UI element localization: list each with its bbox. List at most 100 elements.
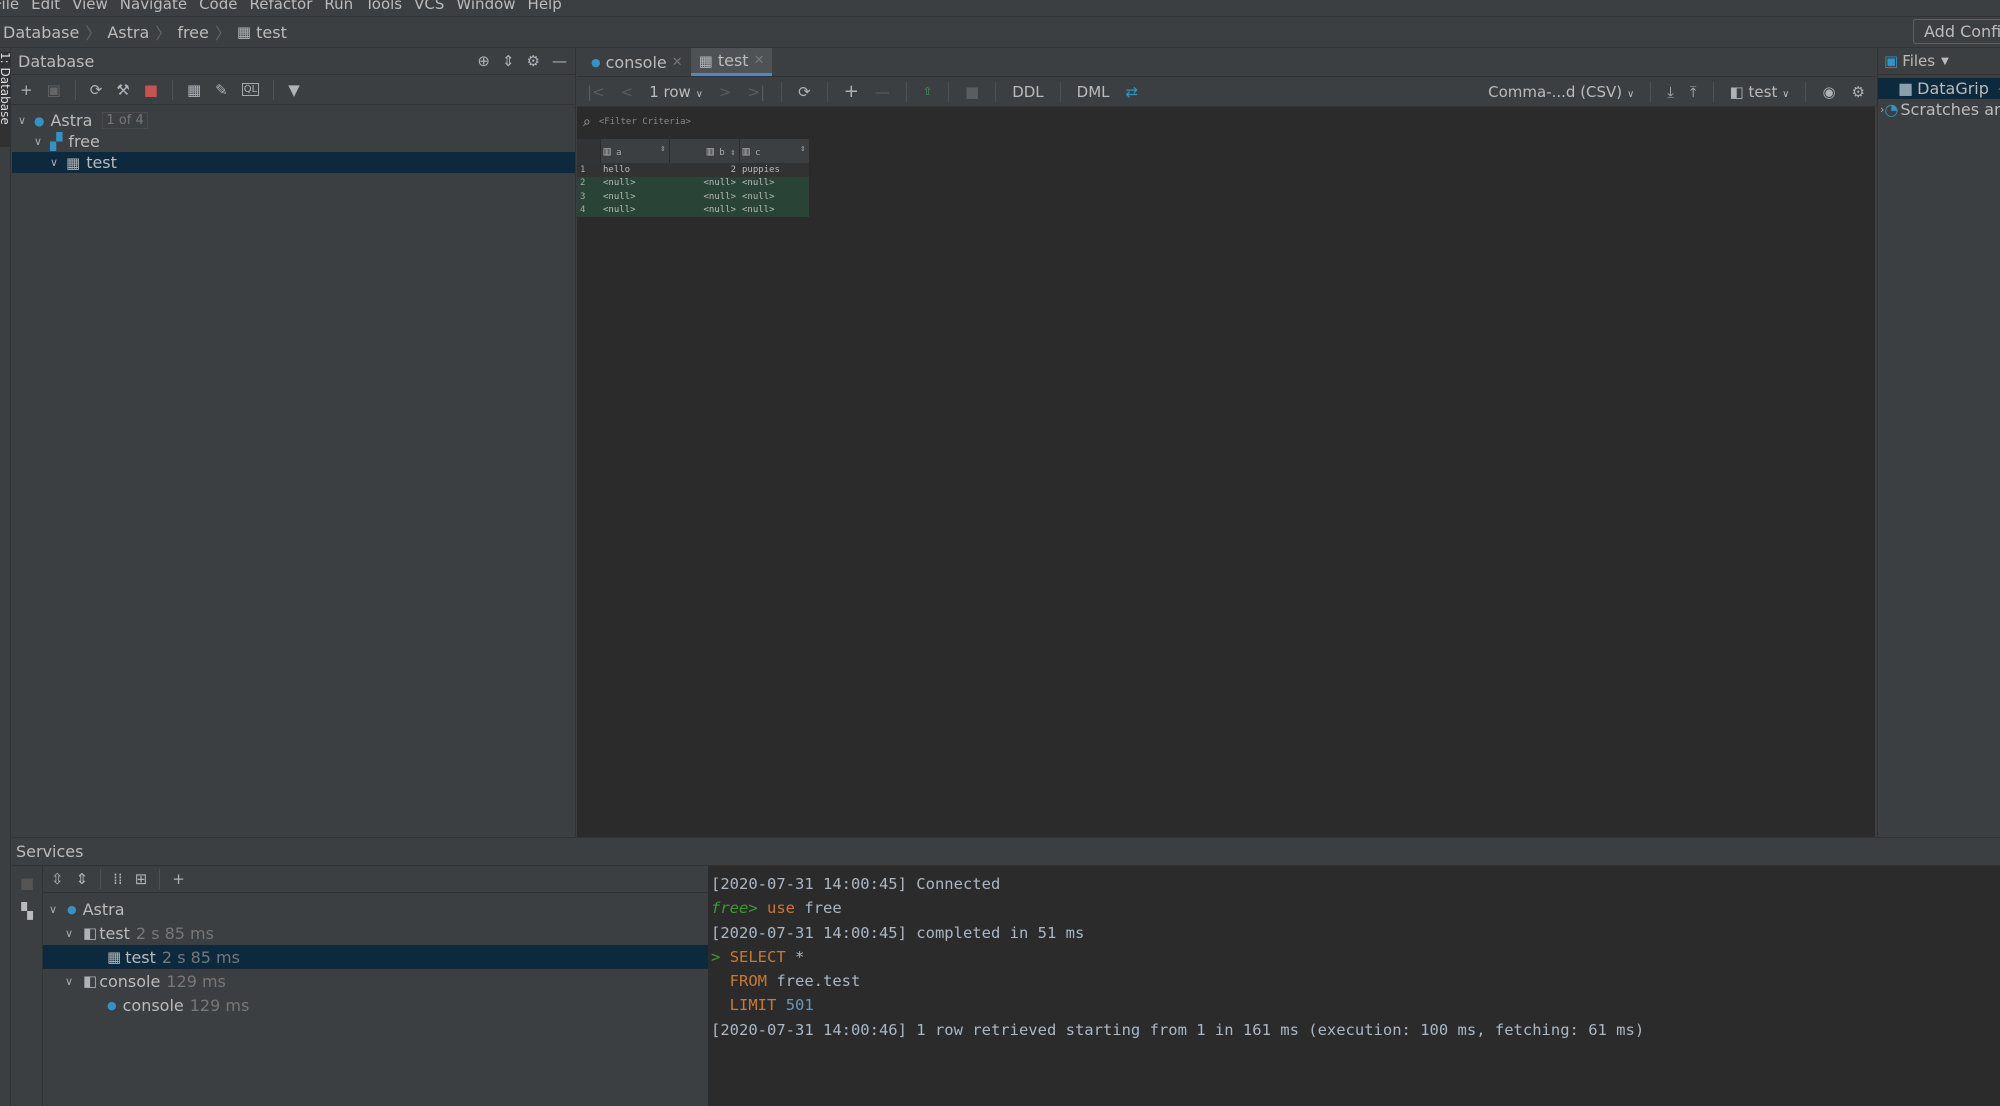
close-icon[interactable]: ✕ [672,55,683,70]
tab-console[interactable]: ● console ✕ [583,48,691,76]
menu-file[interactable]: File [0,0,19,16]
previous-page-icon[interactable]: < [621,83,634,101]
menu-navigate[interactable]: Navigate [120,0,187,16]
table-cell[interactable]: puppies [739,163,809,177]
menu-code[interactable]: Code [199,0,237,16]
expand-all-icon[interactable]: ⇳ [51,870,64,888]
download-icon[interactable]: ⤓ [1667,83,1674,101]
add-configuration-button[interactable]: Add Configuration... [1913,19,2000,44]
breadcrumb-database[interactable]: Database [3,23,79,42]
group-by-icon[interactable]: ⁞⁞ [113,870,123,888]
properties-icon[interactable]: ⚒ [116,81,129,99]
chevron-down-icon[interactable]: ∨ [14,114,30,127]
table-icon[interactable]: ▦ [187,81,201,99]
delete-row-icon[interactable]: — [875,83,890,101]
row-count-dropdown[interactable]: 1 row ∨ [649,83,703,101]
table-cell[interactable]: hello [600,163,669,177]
table-cell[interactable]: <null> [600,176,669,190]
chevron-down-icon[interactable]: ∨ [46,156,62,169]
table-row[interactable]: 3 <null> <null> <null> [577,190,809,204]
files-header[interactable]: ▣ Files ▼ [1878,48,2000,75]
menu-tools[interactable]: Tools [365,0,402,16]
chevron-down-icon[interactable]: ∨ [61,927,77,940]
table-cell[interactable]: <null> [669,176,739,190]
column-header-a[interactable]: ▥ a ⇕ [600,139,670,163]
locate-icon[interactable]: ⊕ [477,52,490,70]
eye-icon[interactable]: ◉ [1822,83,1835,101]
layout-icon[interactable]: ▚ [12,902,42,920]
tab-test[interactable]: ▦ test ✕ [690,48,773,76]
duplicate-icon[interactable]: ▣ [47,81,61,99]
filter-icon[interactable]: ▼ [288,81,300,99]
table-row[interactable]: 2 <null> <null> <null> [577,176,809,190]
compare-icon[interactable]: ⇄ [1126,83,1139,101]
stop-icon[interactable]: ■ [965,83,979,101]
files-item-datagrip[interactable]: ■ DataGrip ~ [1878,78,2000,99]
add-row-icon[interactable]: + [844,81,859,102]
table-row[interactable]: 4 <null> <null> <null> [577,203,809,217]
submit-db-icon[interactable]: ⇧ [923,85,932,98]
ddl-button[interactable]: DDL [1012,83,1043,101]
filter-input[interactable]: <Filter Criteria> [599,117,691,127]
sort-icon[interactable]: ⇕ [660,144,665,154]
table-cell[interactable]: <null> [600,190,669,204]
chevron-down-icon[interactable]: ∨ [61,975,77,988]
tree-item-astra[interactable]: ∨ ● Astra 1 of 4 [12,110,575,131]
files-item-scratches[interactable]: › ◔ Scratches and Consoles [1878,99,2000,120]
table-cell[interactable]: 2 [669,163,739,177]
new-tab-icon[interactable]: ⊞ [135,870,148,888]
breadcrumb-astra[interactable]: Astra [107,23,149,42]
stop-icon[interactable]: ■ [144,81,158,99]
gear-icon[interactable]: ⚙ [1852,83,1865,101]
menu-edit[interactable]: Edit [31,0,60,16]
query-console-icon[interactable]: QL [241,83,260,96]
collapse-all-icon[interactable]: ⇕ [76,870,89,888]
refresh-icon[interactable]: ⟳ [90,81,103,99]
menu-view[interactable]: View [72,0,108,16]
breadcrumb-test[interactable]: test [256,23,287,42]
export-format-dropdown[interactable]: Comma-...d (CSV) ∨ [1488,83,1634,101]
sort-icon[interactable]: ⇕ [800,144,805,154]
menu-vcs[interactable]: VCS [414,0,444,16]
breadcrumb-free[interactable]: free [177,23,209,42]
chevron-down-icon[interactable]: ∨ [45,903,61,916]
refresh-icon[interactable]: ⟳ [798,83,811,101]
next-page-icon[interactable]: > [719,83,732,101]
menu-help[interactable]: Help [528,0,562,16]
table-cell[interactable]: <null> [739,176,809,190]
service-item-astra[interactable]: ∨ ● Astra [43,897,708,921]
column-header-b[interactable]: ▥ b ⇕ [669,139,740,163]
add-icon[interactable]: + [20,81,33,99]
stop-icon[interactable]: ■ [12,874,42,892]
sort-icon[interactable]: ⇕ [730,148,735,158]
close-icon[interactable]: ✕ [754,53,765,68]
menu-run[interactable]: Run [324,0,353,16]
column-header-c[interactable]: ▥ c ⇕ [739,139,810,163]
table-cell[interactable]: <null> [669,203,739,217]
edit-icon[interactable]: ✎ [215,81,228,99]
table-cell[interactable]: <null> [669,190,739,204]
add-service-icon[interactable]: + [172,870,185,888]
first-page-icon[interactable]: |< [587,83,605,101]
session-dropdown[interactable]: ◧ test ∨ [1730,83,1790,101]
table-cell[interactable]: <null> [739,203,809,217]
gear-icon[interactable]: ⚙ [527,52,540,70]
collapse-all-icon[interactable]: ⇕ [502,52,515,70]
console-output[interactable]: [2020-07-31 14:00:45] Connected free> use… [708,866,2000,1106]
minimize-icon[interactable]: — [552,52,567,70]
table-cell[interactable]: <null> [600,203,669,217]
tree-item-free[interactable]: ∨ ▞ free [12,131,575,152]
table-cell[interactable]: <null> [739,190,809,204]
database-tool-tab[interactable]: 1: Database [0,52,11,147]
dml-button[interactable]: DML [1077,83,1110,101]
table-row[interactable]: 1 hello 2 puppies [577,163,809,177]
chevron-down-icon[interactable]: ∨ [30,135,46,148]
service-item-console[interactable]: ● console 129 ms [43,993,708,1017]
service-item-console-session[interactable]: ∨ ◧ console 129 ms [43,969,708,993]
tree-item-test[interactable]: ∨ ▦ test [12,152,575,173]
upload-icon[interactable]: ⤒ [1690,83,1697,101]
menu-window[interactable]: Window [456,0,515,16]
service-item-test-table[interactable]: ▦ test 2 s 85 ms [43,945,708,969]
last-page-icon[interactable]: >| [748,83,766,101]
filter-bar[interactable]: ⌕ <Filter Criteria> [577,107,1875,137]
